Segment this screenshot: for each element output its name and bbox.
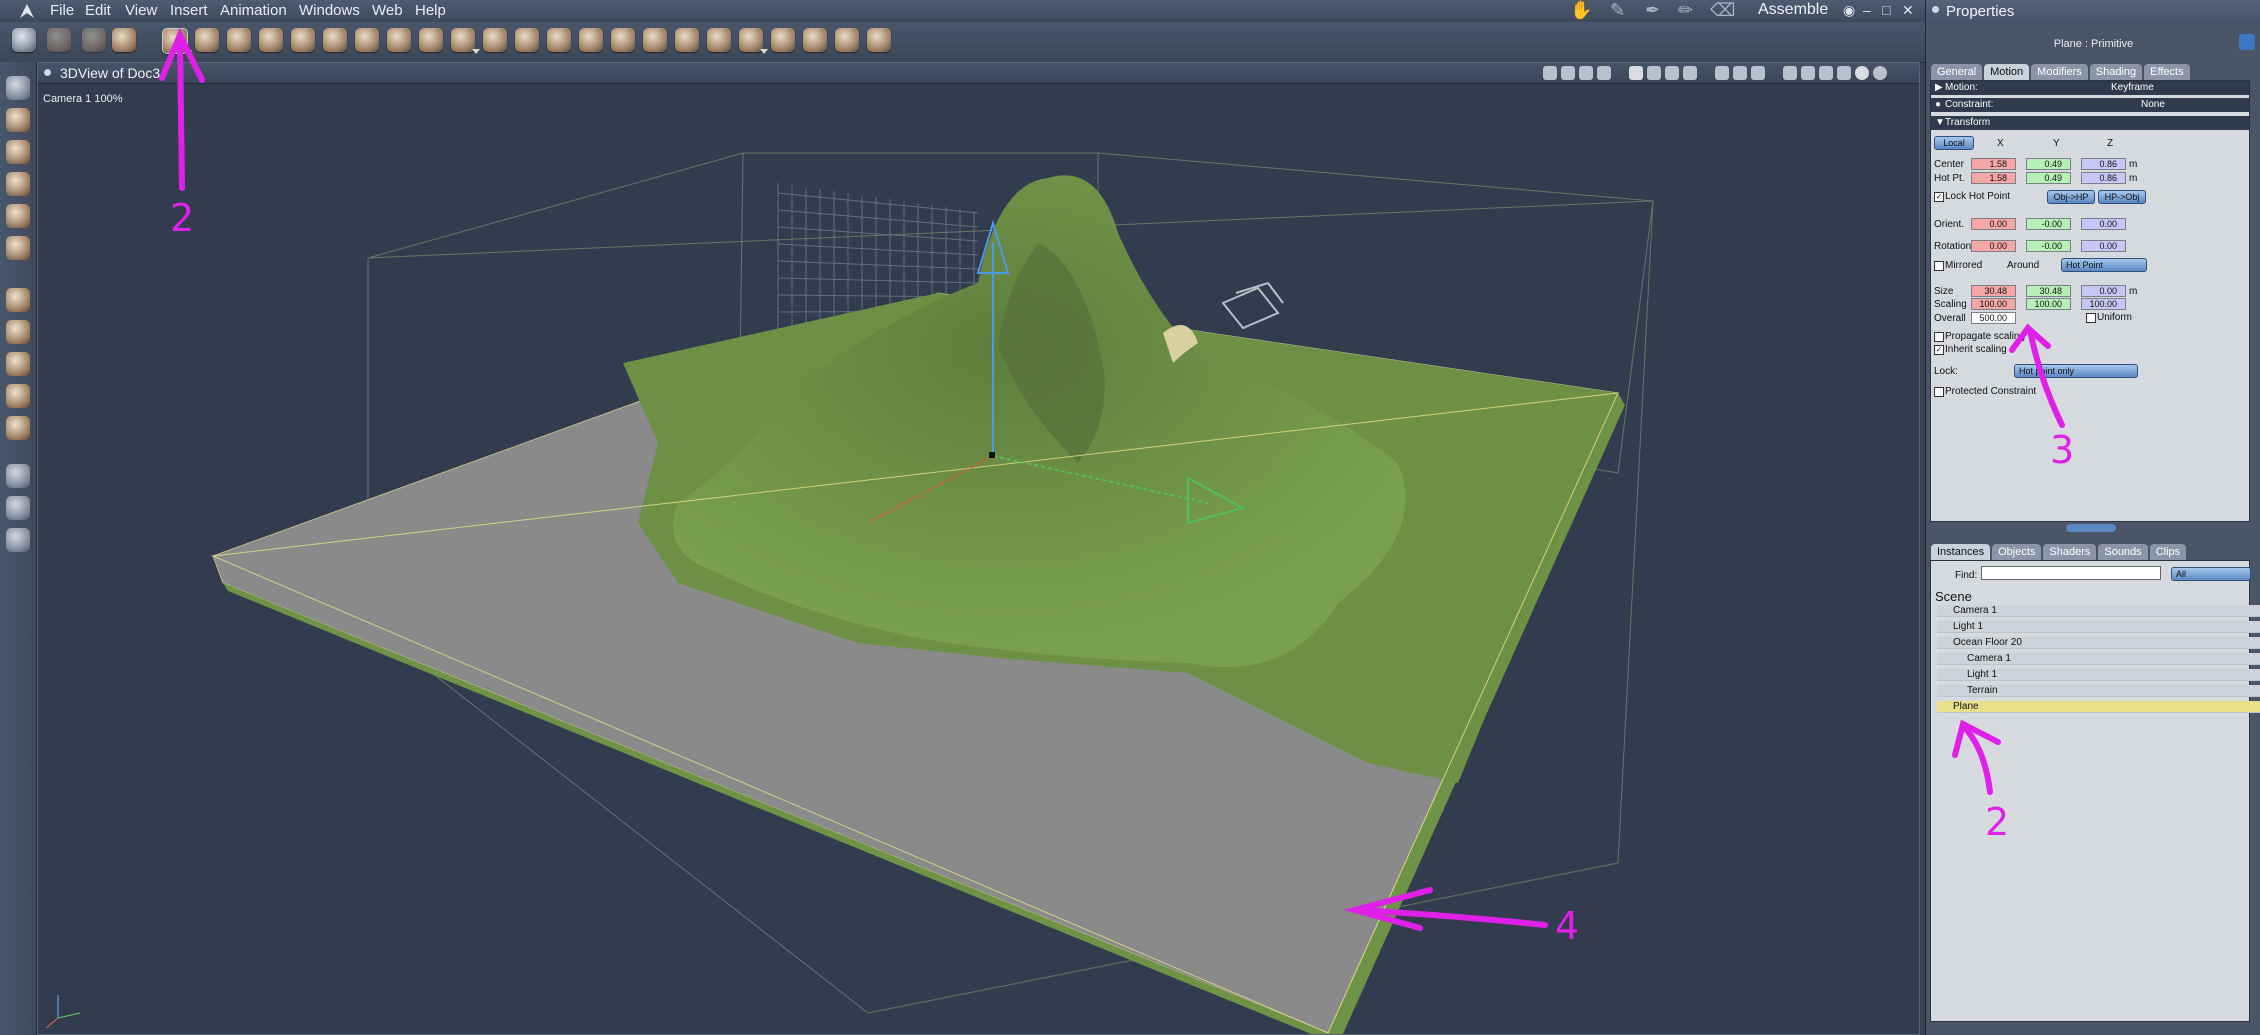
annotation-number-2-toolbar: 2 <box>170 196 195 240</box>
annotation-layer <box>159 27 2065 931</box>
annotation-number-2-plane: 2 <box>1985 800 2010 844</box>
annotation-number-3: 3 <box>2050 428 2075 472</box>
annotation-number-4: 4 <box>1555 904 1580 948</box>
annotation-arrow-toolbar <box>177 37 185 191</box>
